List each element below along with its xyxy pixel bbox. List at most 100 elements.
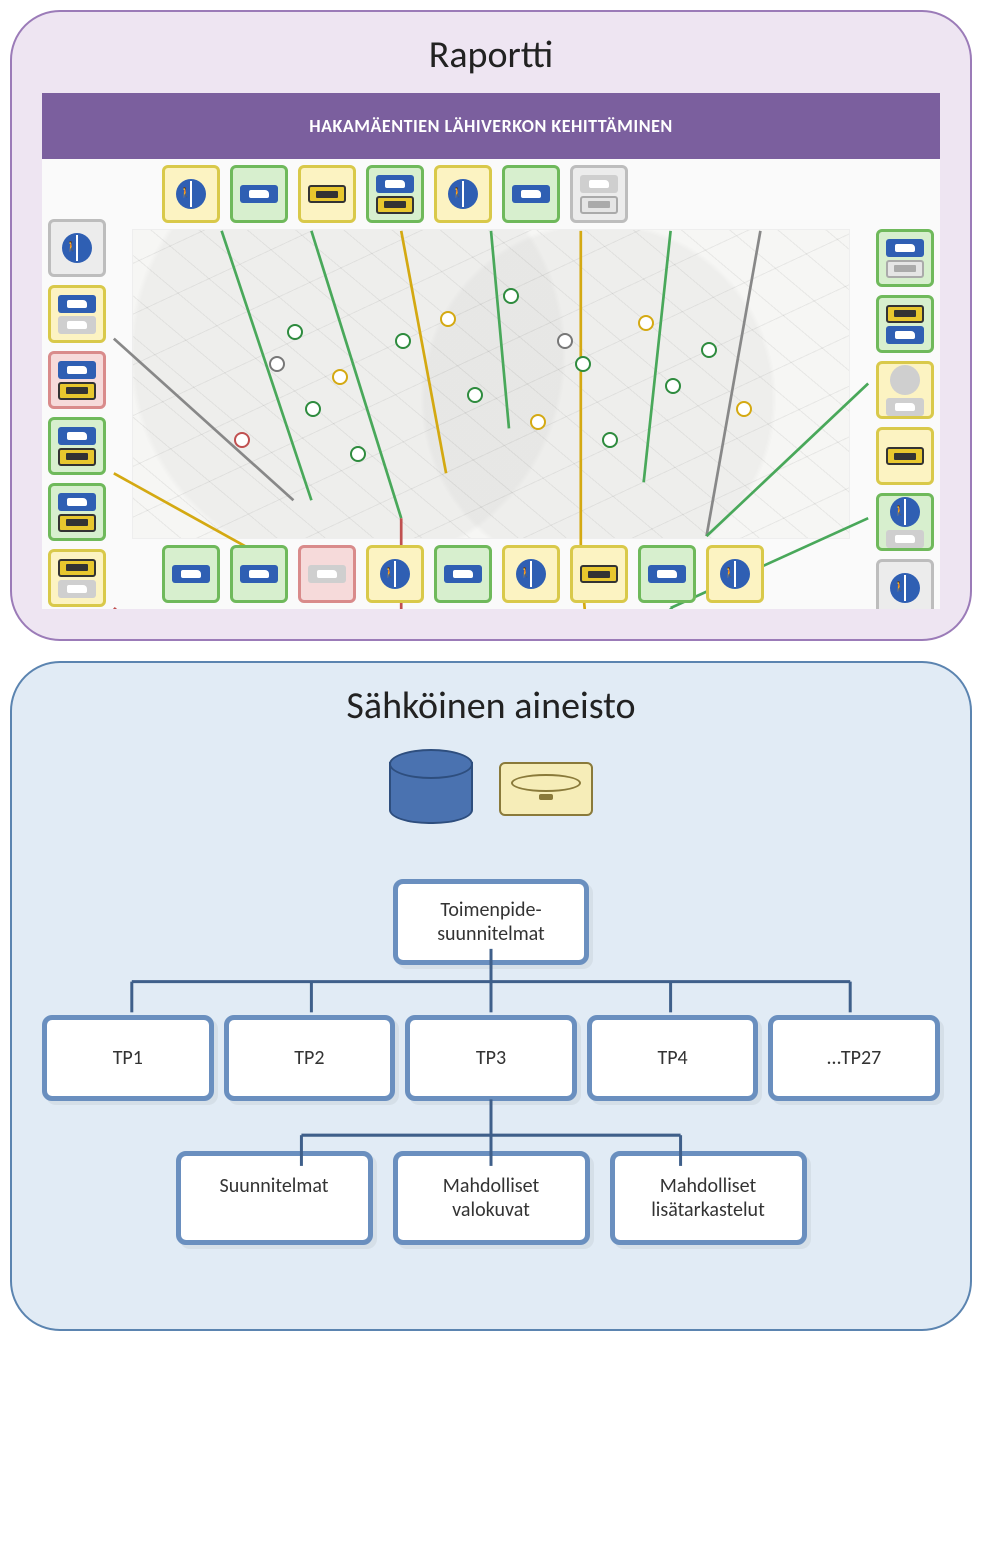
traffic-sign xyxy=(162,545,220,603)
car-icon xyxy=(886,239,924,257)
tree-level-1: TP1 TP2 TP3 TP4 …TP27 xyxy=(42,1015,940,1101)
traffic-sign xyxy=(366,545,424,603)
traffic-sign xyxy=(434,545,492,603)
bus-icon xyxy=(886,305,924,323)
car-icon xyxy=(58,427,96,445)
tree-node-tp4: TP4 xyxy=(587,1015,759,1101)
traffic-sign xyxy=(298,545,356,603)
ped-icon xyxy=(720,559,750,589)
tree-level-2: Suunnitelmat Mahdolliset valokuvat Mahdo… xyxy=(42,1151,940,1245)
tree-node-tp3: TP3 xyxy=(405,1015,577,1101)
traffic-sign xyxy=(434,165,492,223)
car-icon xyxy=(58,295,96,313)
ped-icon xyxy=(380,559,410,589)
car-icon xyxy=(240,565,278,583)
tree-diagram: Toimenpide- suunnitelmat TP1 TP2 TP3 TP4… xyxy=(42,869,940,1299)
bus-icon xyxy=(580,196,618,214)
map-node xyxy=(575,356,591,372)
traffic-sign xyxy=(48,219,106,277)
report-panel: Raportti HAKAMÄENTIEN LÄHIVERKON KEHITTÄ… xyxy=(10,10,972,641)
traffic-sign xyxy=(298,165,356,223)
ped-icon xyxy=(890,573,920,603)
map-node xyxy=(602,432,618,448)
ped-icon xyxy=(176,179,206,209)
report-body: HAKAMÄENTIEN LÄHIVERKON KEHITTÄMINEN xyxy=(42,93,940,609)
traffic-sign xyxy=(48,549,106,607)
report-panel-title: Raportti xyxy=(42,32,940,78)
traffic-sign xyxy=(48,483,106,541)
sign-row-bottom xyxy=(162,545,764,603)
car-icon xyxy=(648,565,686,583)
map-node xyxy=(503,288,519,304)
car-icon xyxy=(580,175,618,193)
map-node xyxy=(665,378,681,394)
traffic-sign xyxy=(502,545,560,603)
bus-icon xyxy=(308,185,346,203)
bus-icon xyxy=(580,565,618,583)
ped-icon xyxy=(448,179,478,209)
map-node xyxy=(701,342,717,358)
traffic-sign xyxy=(638,545,696,603)
traffic-sign xyxy=(570,165,628,223)
map-background xyxy=(132,229,850,539)
map-area xyxy=(42,159,940,609)
map-node xyxy=(350,446,366,462)
sign-row-top xyxy=(162,165,628,223)
traffic-sign xyxy=(706,545,764,603)
car-icon xyxy=(240,185,278,203)
bus-icon xyxy=(58,448,96,466)
tree-node-tp1: TP1 xyxy=(42,1015,214,1101)
map-node xyxy=(736,401,752,417)
map-node xyxy=(305,401,321,417)
map-node xyxy=(638,315,654,331)
car-icon xyxy=(512,185,550,203)
map-node xyxy=(440,311,456,327)
tree-node-tp2: TP2 xyxy=(224,1015,396,1101)
car-icon xyxy=(58,316,96,334)
traffic-sign xyxy=(876,229,934,287)
database-icon xyxy=(389,749,469,829)
traffic-sign xyxy=(162,165,220,223)
map-node xyxy=(530,414,546,430)
car-icon xyxy=(172,565,210,583)
tree-node-lisatarkastelut: Mahdolliset lisätarkastelut xyxy=(610,1151,807,1245)
map-node xyxy=(557,333,573,349)
storage-icons xyxy=(42,749,940,829)
car-icon xyxy=(444,565,482,583)
ped-icon xyxy=(516,559,546,589)
car-icon xyxy=(58,493,96,511)
material-panel: Sähköinen aineisto xyxy=(10,661,972,1331)
bus-icon xyxy=(58,382,96,400)
bus-icon xyxy=(886,260,924,278)
traffic-sign xyxy=(366,165,424,223)
material-panel-title: Sähköinen aineisto xyxy=(42,683,940,729)
ped-icon xyxy=(890,365,920,395)
tree-node-suunnitelmat: Suunnitelmat xyxy=(176,1151,373,1245)
report-header: HAKAMÄENTIEN LÄHIVERKON KEHITTÄMINEN xyxy=(42,93,940,159)
car-icon xyxy=(376,175,414,193)
ped-icon xyxy=(890,497,920,527)
bus-icon xyxy=(886,447,924,465)
sign-col-left xyxy=(48,219,106,607)
sign-col-right xyxy=(876,229,934,609)
tree-root: Toimenpide- suunnitelmat xyxy=(393,879,589,965)
car-icon xyxy=(886,326,924,344)
traffic-sign xyxy=(230,165,288,223)
tree-node-valokuvat: Mahdolliset valokuvat xyxy=(393,1151,590,1245)
traffic-sign xyxy=(48,351,106,409)
traffic-sign xyxy=(876,427,934,485)
disc-drive-icon xyxy=(499,762,593,816)
ped-icon xyxy=(62,233,92,263)
traffic-sign xyxy=(876,295,934,353)
map-node xyxy=(269,356,285,372)
tree-node-tp27: …TP27 xyxy=(768,1015,940,1101)
traffic-sign xyxy=(230,545,288,603)
bus-icon xyxy=(376,196,414,214)
car-icon xyxy=(886,398,924,416)
traffic-sign xyxy=(502,165,560,223)
map-node xyxy=(467,387,483,403)
car-icon xyxy=(58,361,96,379)
car-icon xyxy=(886,530,924,548)
car-icon xyxy=(58,580,96,598)
traffic-sign xyxy=(48,285,106,343)
